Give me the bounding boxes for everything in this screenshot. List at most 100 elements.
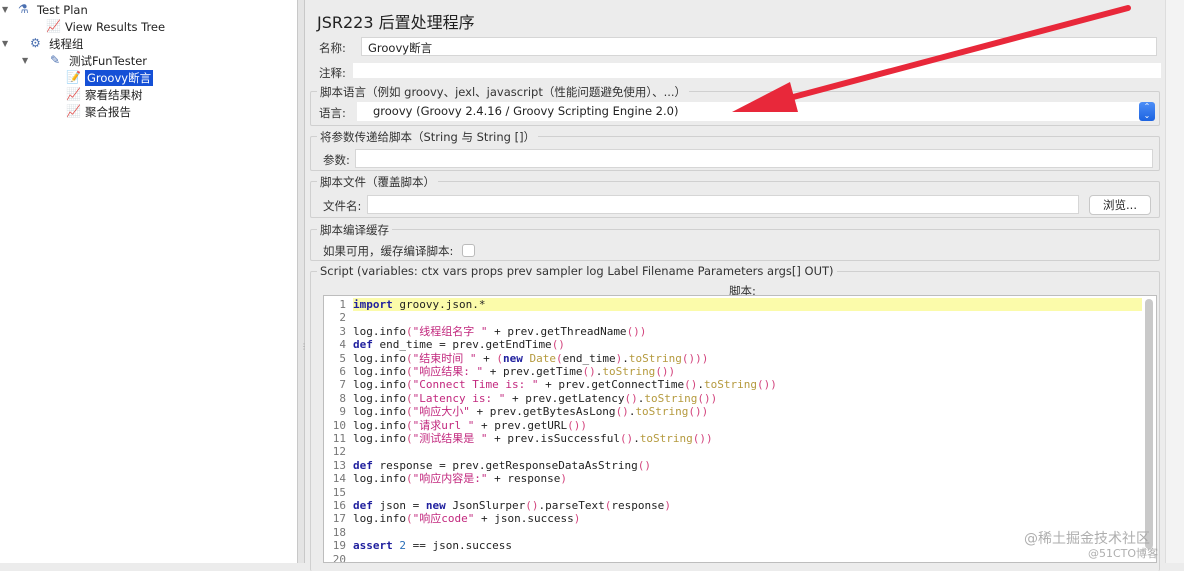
tree-node[interactable]: ⚗ Test Plan [18,1,88,18]
comment-label: 注释: [319,66,346,80]
code-token: groovy.json.* [392,298,486,311]
code-token: ( [405,324,413,338]
code-token: ( [405,365,413,378]
line-number: 15 [332,485,346,499]
code-token: ()) [697,391,718,405]
tree-node-label: 线程组 [49,36,84,51]
code-line[interactable]: def response = prev.getResponseDataAsStr… [353,459,1142,472]
line-number: 3 [339,324,346,338]
code-line[interactable] [353,553,1142,562]
filename-input[interactable] [367,195,1079,214]
parameters-input[interactable] [355,149,1153,168]
group-title: Script (variables: ctx vars props prev s… [317,264,837,278]
editor-scrollbar[interactable] [1145,299,1153,549]
tree-node[interactable]: ⚙ 线程组 [30,35,84,52]
code-token: def [353,338,373,352]
code-token: "线程组名字 " [412,324,488,338]
expand-toggle-icon[interactable]: ▼ [22,56,28,65]
code-token: == json.success [406,539,512,553]
test-plan-tree[interactable]: ▼ ⚗ Test Plan 📈 View Results Tree ▼ ⚙ 线程组 ▼ ✎ 测试Fu… [0,0,297,563]
code-token: + prev.getURL [474,418,568,432]
code-line[interactable]: log.info("响应code" + json.success) [353,512,1142,525]
code-token: + prev.isSuccessful [487,432,620,445]
code-token: ( [405,512,413,526]
code-token: ( [405,378,413,392]
name-label: 名称: [319,41,346,55]
code-line[interactable] [353,311,1142,324]
code-token: ) [560,472,567,486]
code-token: ()) [692,432,713,445]
code-token: toString [644,391,698,405]
code-token: ()) [655,365,676,378]
code-token: toString [628,351,682,365]
chart-icon: 📈 [46,18,61,33]
red-arrow-annotation [732,5,1131,112]
chart-icon: 📈 [66,86,81,101]
tree-node[interactable]: 📈 察看结果树 [66,86,143,103]
tree-node[interactable]: ✎ 测试FunTester [50,52,147,69]
line-number: 19 [332,539,346,553]
code-token: def [353,499,373,512]
code-line[interactable]: def end_time = prev.getEndTime() [353,338,1142,351]
code-token: "响应内容是:" [412,472,488,486]
code-line[interactable]: log.info("响应大小" + prev.getBytesAsLong().… [353,405,1142,418]
tree-node-label: 聚合报告 [85,104,131,119]
code-token: ) [573,512,581,526]
page-title: JSR223 后置处理程序 [317,13,475,32]
cache-checkbox[interactable] [462,244,475,257]
tree-node[interactable]: 📈 View Results Tree [46,18,165,35]
code-token: () [615,405,629,419]
panel-scrollbar[interactable] [1165,0,1184,563]
line-number: 14 [332,472,346,486]
tree-node-label: Test Plan [37,2,88,17]
expand-toggle-icon[interactable]: ▼ [2,39,8,48]
code-token: () [525,499,539,512]
code-token: . [633,432,640,445]
code-line[interactable]: log.info("Latency is: " + prev.getLatenc… [353,392,1142,405]
tree-node[interactable]: 📝 Groovy断言 [66,69,154,86]
code-line[interactable]: def json = new JsonSlurper().parseText(r… [353,499,1142,512]
split-pane-divider[interactable]: ⋮ [297,0,308,563]
cache-label: 如果可用，缓存编译脚本: [323,244,454,258]
code-token: "结束时间 " [412,351,477,365]
code-token: toString [635,405,689,419]
code-token: ( [405,391,413,405]
group-title: 脚本语言（例如 groovy、jexl、javascript（性能问题避免使用）… [317,84,690,100]
flask-icon: ⚗ [18,1,29,16]
line-number: 5 [339,351,346,365]
tree-node-label: 察看结果树 [85,87,143,102]
line-number: 18 [332,525,346,539]
browse-button[interactable]: 浏览... [1089,195,1151,215]
expand-toggle-icon[interactable]: ▼ [2,5,8,14]
code-line[interactable]: log.info("响应结果: " + prev.getTime().toStr… [353,365,1142,378]
select-arrows-icon[interactable]: ⌃ ⌄ [1139,102,1155,121]
code-token: .parseText [538,499,605,512]
code-token: + response [487,472,561,486]
code-line[interactable]: import groovy.json.* [353,298,1142,312]
code-line[interactable]: log.info("请求url " + prev.getURL()) [353,419,1142,432]
code-token: "Latency is: " [412,391,506,405]
code-line[interactable] [353,486,1142,499]
code-line[interactable]: log.info("Connect Time is: " + prev.getC… [353,378,1142,391]
code-line[interactable]: log.info("测试结果是 " + prev.isSuccessful().… [353,432,1142,445]
code-token: + prev.getThreadName [487,324,627,338]
group-title: 将参数传递给脚本（String 与 String []） [317,129,539,145]
code-token: "请求url " [412,418,475,432]
code-line[interactable] [353,445,1142,458]
code-token: + json.success [474,512,574,526]
code-line[interactable]: log.info("线程组名字 " + prev.getThreadName()… [353,325,1142,338]
script-editor[interactable]: 1 import groovy.json.* 2 3 log.info("线程组名字 "… [323,295,1157,563]
code-line[interactable]: log.info("结束时间 " + (new Date(end_time).t… [353,352,1142,365]
line-number: 13 [332,458,346,472]
code-token: toString [602,365,656,378]
code-token: ())) [681,351,709,365]
code-token: toString [704,378,758,392]
code-token: ()) [626,324,647,338]
code-token: ) [664,499,671,512]
code-token: response = prev.getResponseDataAsString [372,458,638,472]
code-line[interactable]: log.info("响应内容是:" + response) [353,472,1142,485]
code-token: () [624,391,638,405]
line-number: 12 [332,445,346,459]
line-number: 8 [339,391,346,405]
tree-node[interactable]: 📈 聚合报告 [66,103,131,120]
